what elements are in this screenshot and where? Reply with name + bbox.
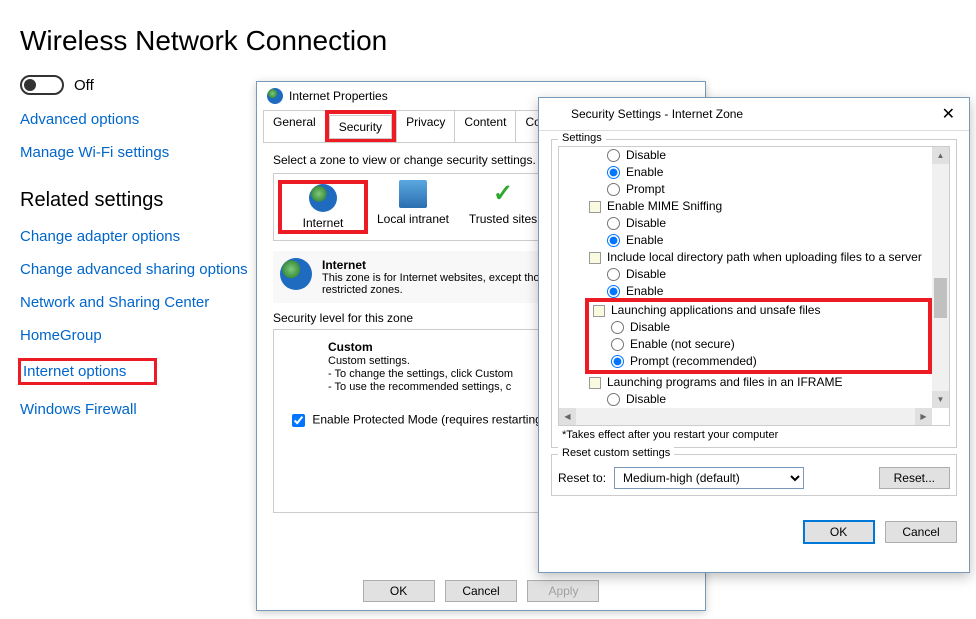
zone-trusted-sites[interactable]: ✓ Trusted sites <box>458 180 548 234</box>
cat-local-dir-path: Include local directory path when upload… <box>607 249 922 266</box>
internet-properties-icon <box>267 88 283 104</box>
category-icon <box>593 305 605 317</box>
zone-internet[interactable]: Internet <box>278 180 368 234</box>
cat-mime-sniffing: Enable MIME Sniffing <box>607 198 722 215</box>
scroll-right-arrow-icon[interactable]: ▶ <box>915 408 932 425</box>
radio-launch-disable[interactable] <box>611 321 624 334</box>
wifi-toggle-label: Off <box>74 77 94 94</box>
scrollbar-thumb[interactable] <box>934 278 947 318</box>
zone-internet-label: Internet <box>282 216 364 230</box>
tab-security-highlight: Security <box>325 110 396 142</box>
scroll-left-arrow-icon[interactable]: ◀ <box>559 408 576 425</box>
internet-properties-title: Internet Properties <box>289 89 388 103</box>
enable-protected-mode-checkbox[interactable] <box>292 414 305 427</box>
security-level-custom: Custom <box>328 340 373 354</box>
scroll-down-arrow-icon[interactable]: ▼ <box>932 391 949 408</box>
reset-to-label: Reset to: <box>558 471 606 485</box>
radio-launch-prompt[interactable] <box>611 355 624 368</box>
ip-apply-button[interactable]: Apply <box>527 580 599 602</box>
reset-to-select[interactable]: Medium-high (default) <box>614 467 804 489</box>
radio-disable-1[interactable] <box>607 149 620 162</box>
shield-icon <box>549 106 565 122</box>
tab-privacy[interactable]: Privacy <box>396 110 455 142</box>
restart-footnote: *Takes effect after you restart your com… <box>562 429 950 441</box>
launching-apps-highlight: Launching applications and unsafe files … <box>585 298 932 374</box>
page-title: Wireless Network Connection <box>20 25 976 57</box>
horizontal-scrollbar[interactable]: ◀ ▶ <box>559 408 932 425</box>
cat-launching-apps: Launching applications and unsafe files <box>611 302 820 319</box>
security-settings-title: Security Settings - Internet Zone <box>571 107 743 121</box>
reset-button[interactable]: Reset... <box>879 467 950 489</box>
zone-local-intranet[interactable]: Local intranet <box>368 180 458 234</box>
radio-launch-enable[interactable] <box>611 338 624 351</box>
tab-general[interactable]: General <box>263 110 326 142</box>
radio-localdir-enable[interactable] <box>607 285 620 298</box>
radio-localdir-disable[interactable] <box>607 268 620 281</box>
radio-enable-1[interactable] <box>607 166 620 179</box>
settings-tree[interactable]: Disable Enable Prompt Enable MIME Sniffi… <box>558 146 950 426</box>
zone-trusted-label: Trusted sites <box>458 212 548 226</box>
globe-icon-large <box>280 258 312 290</box>
radio-mime-disable[interactable] <box>607 217 620 230</box>
category-icon <box>589 201 601 213</box>
ss-cancel-button[interactable]: Cancel <box>885 521 957 543</box>
cat-launching-iframe: Launching programs and files in an IFRAM… <box>607 374 842 391</box>
wifi-toggle[interactable] <box>20 75 64 95</box>
radio-prompt-1[interactable] <box>607 183 620 196</box>
tab-security[interactable]: Security <box>329 115 392 139</box>
category-icon <box>589 377 601 389</box>
enable-protected-mode-label: Enable Protected Mode (requires restarti… <box>312 413 548 427</box>
ss-ok-button[interactable]: OK <box>803 520 875 544</box>
zone-intranet-label: Local intranet <box>368 212 458 226</box>
close-icon[interactable]: ✕ <box>938 104 959 124</box>
security-settings-dialog: Security Settings - Internet Zone ✕ Sett… <box>538 97 970 573</box>
zone-desc-name: Internet <box>322 258 366 272</box>
reset-group-label: Reset custom settings <box>558 447 674 459</box>
radio-mime-enable[interactable] <box>607 234 620 247</box>
checkmark-icon: ✓ <box>489 180 517 208</box>
category-icon <box>589 252 601 264</box>
intranet-icon <box>399 180 427 208</box>
radio-iframe-disable[interactable] <box>607 393 620 406</box>
internet-options-highlight: Internet options <box>18 358 157 385</box>
tab-content[interactable]: Content <box>454 110 516 142</box>
globe-icon <box>309 184 337 212</box>
settings-group-label: Settings <box>558 132 606 144</box>
ip-cancel-button[interactable]: Cancel <box>445 580 517 602</box>
scroll-up-arrow-icon[interactable]: ▲ <box>932 147 949 164</box>
ip-ok-button[interactable]: OK <box>363 580 435 602</box>
internet-options-link[interactable]: Internet options <box>21 363 126 380</box>
vertical-scrollbar[interactable]: ▲ ▼ <box>932 147 949 408</box>
